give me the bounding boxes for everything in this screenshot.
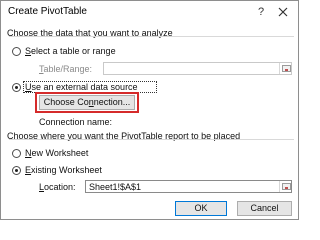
external-data-source-label[interactable]: Use an external data source [25, 82, 138, 92]
select-table-range-label[interactable]: Select a table or range [25, 46, 116, 56]
new-worksheet-radio[interactable] [12, 149, 21, 158]
cancel-button[interactable]: Cancel [237, 201, 292, 216]
location-label: Location: [39, 182, 76, 192]
help-icon[interactable]: ? [254, 5, 268, 19]
ok-button[interactable]: OK [175, 201, 227, 216]
title-bar: Create PivotTable ? [1, 1, 298, 23]
divider [9, 139, 294, 140]
external-data-source-radio[interactable] [12, 83, 21, 92]
existing-worksheet-radio[interactable] [12, 166, 21, 175]
table-range-input[interactable] [103, 62, 292, 75]
choose-connection-button[interactable]: Choose Connection... [39, 95, 135, 110]
range-picker-icon[interactable] [279, 181, 291, 192]
table-range-label: Table/Range: [39, 64, 93, 74]
select-table-range-radio[interactable] [12, 47, 21, 56]
existing-worksheet-label[interactable]: Existing Worksheet [25, 165, 102, 175]
connection-name-label: Connection name: [39, 117, 113, 127]
create-pivottable-dialog: Create PivotTable ? Choose the data that… [0, 0, 299, 220]
range-picker-icon[interactable] [279, 63, 291, 74]
new-worksheet-label[interactable]: New Worksheet [25, 148, 88, 158]
location-input[interactable]: Sheet1!$A$1 [85, 180, 292, 193]
dialog-title: Create PivotTable [8, 6, 87, 17]
close-icon[interactable] [276, 5, 290, 19]
location-value: Sheet1!$A$1 [89, 182, 142, 192]
divider [9, 36, 294, 37]
